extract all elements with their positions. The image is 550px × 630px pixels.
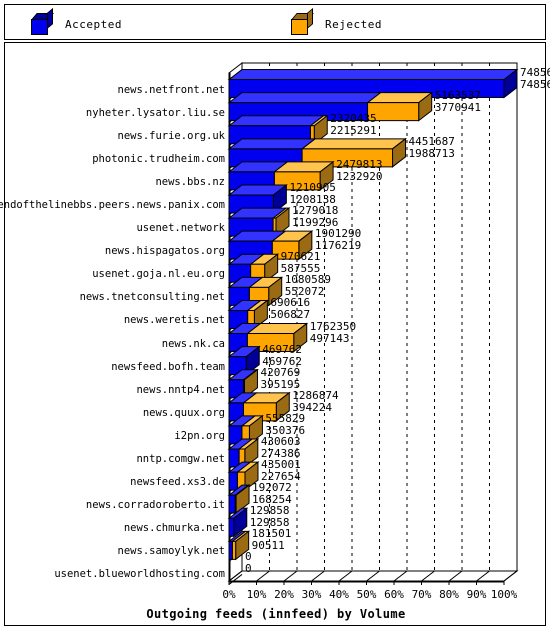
x-axis-tick-label: 10% (246, 588, 267, 601)
category-label: news.furie.org.uk (117, 129, 225, 142)
legend-item-rejected: Rejected (291, 7, 382, 35)
category-label: nntp.comgw.net (136, 453, 225, 465)
bar-accepted-front (228, 448, 240, 468)
bar-accepted-value-label: 1232920 (336, 169, 383, 183)
category-label: news.chmurka.net (123, 522, 225, 535)
bar-accepted-top (227, 115, 325, 127)
cube-front-face (31, 19, 48, 35)
x-axis-tick-label: 20% (274, 588, 294, 601)
category-label: endofthelinebbs.peers.news.panix.com (0, 199, 225, 211)
bar-accepted-top (227, 69, 519, 81)
bar-accepted-front (228, 494, 236, 514)
category-label: news.hispagatos.org (104, 245, 225, 258)
x-axis-tick-label: 90% (466, 588, 487, 601)
category-label: usenet.blueworldhosting.com (54, 568, 225, 581)
category-label: news.tnetconsulting.net (79, 291, 225, 304)
x-axis-tick-label: 80% (439, 588, 459, 601)
bar-accepted-front (228, 540, 233, 560)
bar-accepted-value-label: 3770941 (434, 100, 482, 114)
x-axis-tick-label: 50% (356, 588, 377, 601)
chart-screenshot: Accepted Rejected 0% 10% 20% 30% 40% 50% 60% 70… (0, 0, 550, 630)
legend-label-rejected: Rejected (325, 17, 382, 31)
bar-accepted-value-label: 90511 (251, 539, 285, 553)
category-label: i2pn.org (174, 429, 225, 442)
x-axis-tick-label: 60% (384, 588, 404, 601)
cube-front-face (291, 19, 308, 35)
rejected-swatch-cube-icon (291, 7, 314, 35)
category-label: news.weretis.net (123, 314, 225, 327)
bar-accepted-front (228, 517, 235, 537)
category-label: nyheter.lysator.liu.se (85, 106, 225, 119)
bar-accepted-value-label: 1176219 (314, 239, 362, 253)
category-label: newsfeed.bofh.team (111, 360, 225, 373)
category-label: news.corradoroberto.it (85, 499, 225, 512)
chart-plot-panel: 0% 10% 20% 30% 40% 50% 60% 70% 80% 90% 100% news.ne… (0, 42, 550, 627)
bar-accepted-value-label: 7485699 (520, 77, 550, 91)
x-axis-tick-label: 70% (411, 588, 432, 601)
legend-label-accepted: Accepted (65, 17, 122, 31)
category-label: news.netfront.net (117, 83, 225, 96)
bar-accepted-value-label: 0 (245, 562, 252, 576)
accepted-swatch-cube-icon (31, 7, 54, 35)
x-axis-tick-label: 30% (301, 588, 322, 601)
bar-accepted-top (227, 92, 383, 104)
x-axis-tick-label: 40% (329, 588, 349, 601)
plot-inner: 0% 10% 20% 30% 40% 50% 60% 70% 80% 90% 100% news.ne… (0, 43, 550, 627)
bar-accepted-top (227, 138, 317, 150)
bar-accepted-front (228, 471, 238, 491)
category-label: news.nntp4.net (136, 383, 225, 396)
legend-panel: Accepted Rejected (4, 4, 546, 40)
category-label: photonic.trudheim.com (92, 152, 225, 165)
category-label: usenet.goja.nl.eu.org (92, 268, 225, 281)
category-label: news.bbs.nz (155, 175, 225, 188)
legend-item-accepted: Accepted (31, 7, 122, 35)
x-axis-tick-label: 100% (490, 588, 518, 601)
category-label: usenet.network (136, 222, 225, 235)
x-axis-tick-label: 0% (222, 588, 236, 601)
category-label: newsfeed.xs3.de (130, 476, 225, 489)
bar-accepted-value-label: 506827 (270, 308, 311, 322)
category-label: news.nk.ca (161, 337, 225, 350)
category-label: news.samoylyk.net (117, 545, 225, 558)
bar-accepted-value-label: 1988713 (408, 146, 455, 160)
chart-title: Outgoing feeds (innfeed) by Volume (146, 607, 406, 621)
bar-rejected-top (300, 138, 408, 150)
category-label: news.quux.org (142, 406, 225, 419)
bar-rejected-front (231, 540, 237, 560)
x-axis-line (228, 580, 505, 583)
bar-accepted-value-label: 497143 (309, 331, 350, 345)
bar-accepted-value-label: 2215291 (330, 123, 377, 137)
